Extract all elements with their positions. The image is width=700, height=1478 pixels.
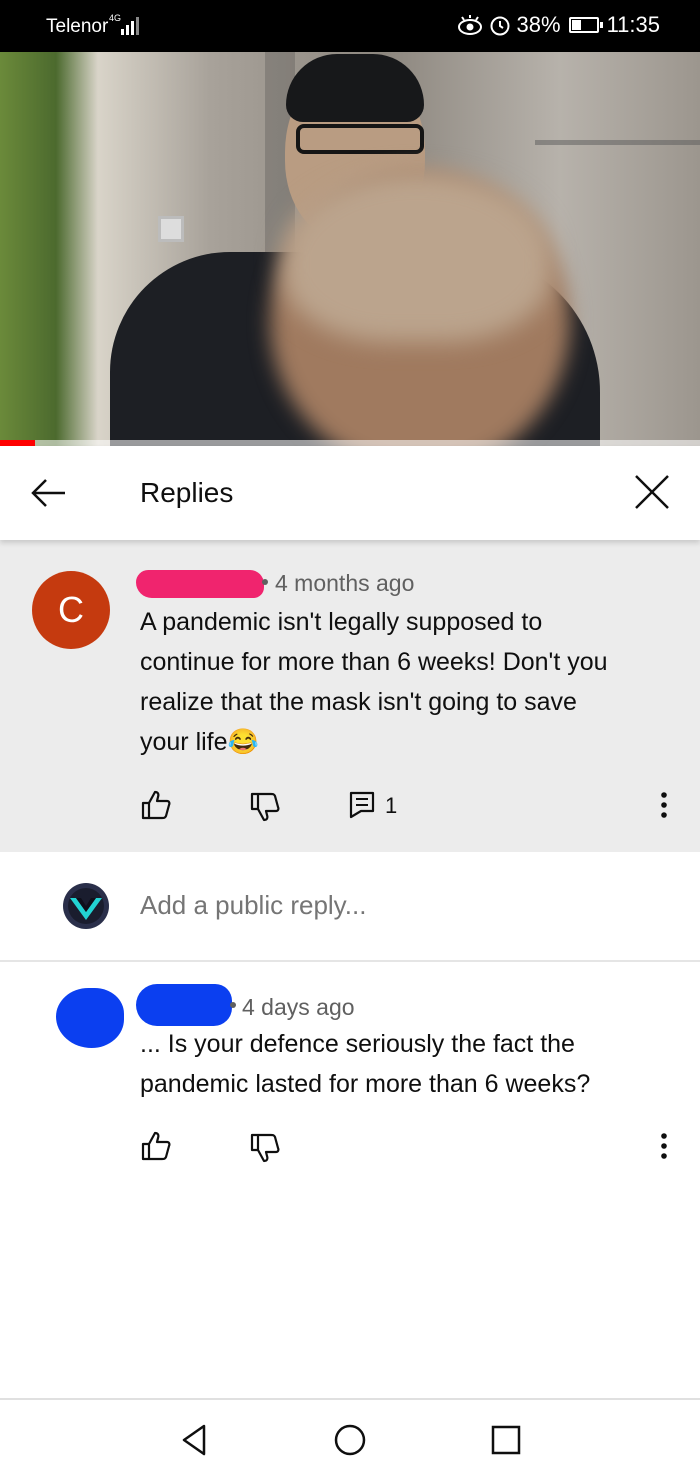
battery-level xyxy=(571,20,582,30)
reply-comment: 4 days ago ... Is your defence seriously… xyxy=(0,962,700,1192)
thumbs-up-icon[interactable] xyxy=(140,789,172,821)
separator-dot xyxy=(262,579,268,585)
replies-header: Replies xyxy=(0,446,700,540)
page-title: Replies xyxy=(140,477,234,508)
comment-text-line: A pandemic isn't legally supposed to xyxy=(140,608,543,636)
avatar[interactable]: C xyxy=(32,571,110,649)
video-background-switch xyxy=(158,216,184,242)
video-player[interactable] xyxy=(0,52,700,446)
signal-icon xyxy=(121,17,139,35)
battery-percent: 38% xyxy=(516,12,561,37)
thumbs-down-icon[interactable] xyxy=(249,1132,281,1164)
more-vert-icon[interactable] xyxy=(659,1132,669,1162)
separator-dot xyxy=(230,1002,236,1008)
close-icon[interactable] xyxy=(632,472,672,512)
parent-comment: C 4 months ago A pandemic isn't legally … xyxy=(0,540,700,852)
comment-text-line: your life😂 xyxy=(140,728,259,756)
video-blurred-hair xyxy=(282,172,552,342)
comment-text: ... Is your defence seriously the fact t… xyxy=(140,1024,680,1104)
more-vert-icon[interactable] xyxy=(659,791,669,821)
status-bar: Telenor 4G 38% 11:35 xyxy=(0,0,700,52)
comment-timestamp: 4 months ago xyxy=(275,570,415,596)
add-reply-row xyxy=(0,852,700,962)
redacted-username xyxy=(136,984,232,1026)
comment-icon[interactable] xyxy=(349,791,375,819)
clock: 11:35 xyxy=(606,12,660,37)
user-avatar-icon[interactable] xyxy=(62,882,110,930)
video-person-hair xyxy=(286,54,424,122)
video-background-rail xyxy=(535,140,700,145)
square-recents-icon[interactable] xyxy=(488,1422,524,1458)
thumbs-up-icon[interactable] xyxy=(140,1130,172,1162)
circle-home-icon[interactable] xyxy=(332,1422,368,1458)
system-nav-bar xyxy=(0,1398,700,1478)
reply-count[interactable]: 1 xyxy=(385,793,397,819)
alarm-icon xyxy=(490,16,510,36)
comment-text-line: ... Is your defence seriously the fact t… xyxy=(140,1030,575,1058)
thumbs-down-icon[interactable] xyxy=(249,791,281,823)
reply-input[interactable] xyxy=(140,890,640,921)
comment-text: A pandemic isn't legally supposed to con… xyxy=(140,602,680,762)
video-person-glasses xyxy=(296,124,424,154)
comment-text-line: pandemic lasted for more than 6 weeks? xyxy=(140,1070,591,1098)
arrow-left-icon[interactable] xyxy=(28,472,70,514)
comment-text-line: continue for more than 6 weeks! Don't yo… xyxy=(140,648,608,676)
carrier-name: Telenor xyxy=(46,16,109,37)
battery-icon xyxy=(568,17,603,33)
comment-text-line: realize that the mask isn't going to sav… xyxy=(140,688,577,716)
redacted-avatar[interactable] xyxy=(56,988,124,1048)
redacted-username xyxy=(136,570,264,598)
comment-timestamp: 4 days ago xyxy=(242,994,355,1020)
triangle-back-icon[interactable] xyxy=(176,1422,212,1458)
status-right: 38% 11:35 xyxy=(457,12,660,38)
eye-comfort-icon xyxy=(457,15,482,35)
